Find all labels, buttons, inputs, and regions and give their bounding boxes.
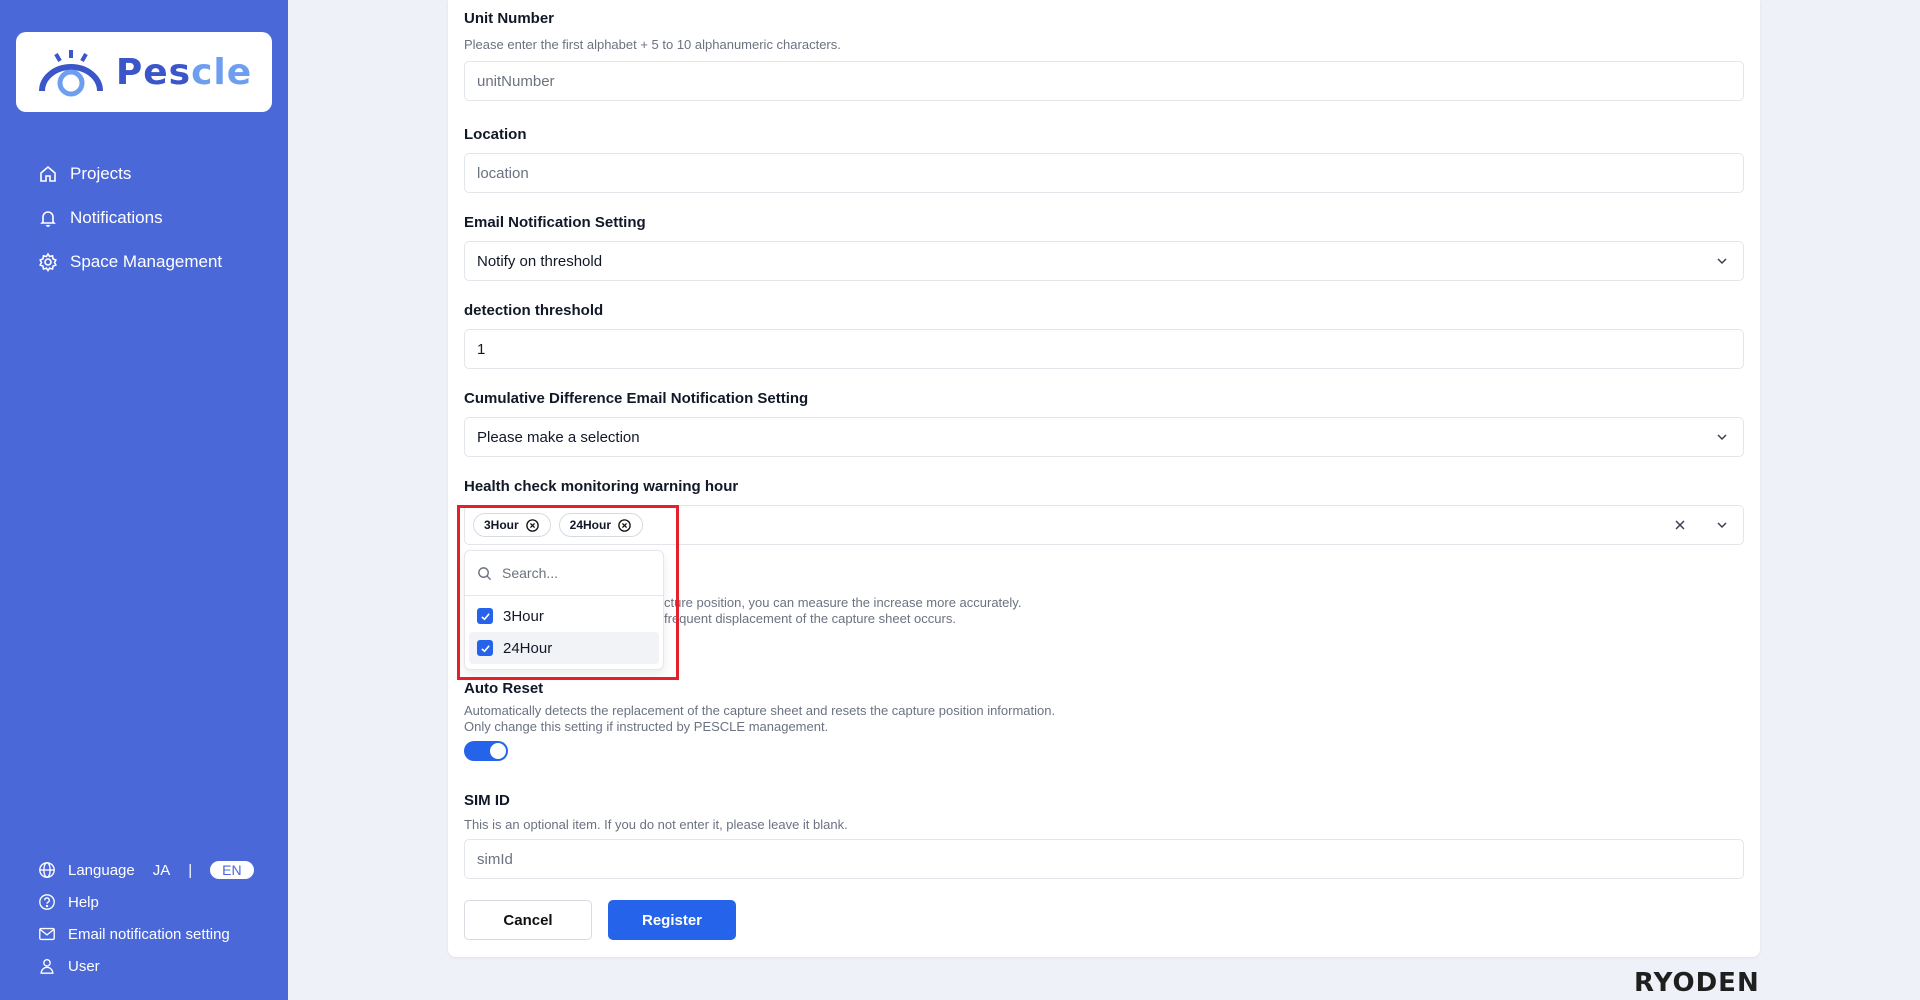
sim-id-label: SIM ID	[464, 792, 510, 809]
threshold-label: detection threshold	[464, 302, 604, 319]
email-notification-value: Notify on threshold	[477, 252, 603, 270]
language-switcher: Language JA | EN	[38, 854, 254, 886]
unit-number-desc: Please enter the first alphabet + 5 to 1…	[464, 37, 841, 52]
chevron-down-icon[interactable]	[1715, 518, 1729, 532]
sidebar-item-label: Help	[68, 893, 99, 911]
home-icon	[40, 165, 56, 182]
chevron-down-icon	[1717, 434, 1727, 441]
cancel-button[interactable]: Cancel	[464, 900, 592, 940]
partial-description-line2: frequent displacement of the capture she…	[664, 611, 956, 626]
cumulative-label: Cumulative Difference Email Notification…	[464, 390, 809, 407]
register-button[interactable]: Register	[608, 900, 736, 940]
auto-reset-desc-2: Only change this setting if instructed b…	[464, 719, 829, 734]
clear-icon[interactable]	[1673, 518, 1687, 532]
help-icon	[39, 894, 55, 910]
sidebar-item-space-management[interactable]: Space Management	[38, 240, 222, 284]
cumulative-select[interactable]: Please make a selection	[464, 417, 1744, 457]
location-label: Location	[464, 126, 527, 143]
sim-id-input[interactable]: simId	[464, 839, 1744, 879]
auto-reset-field: Auto Reset Automatically detects the rep…	[464, 680, 1744, 761]
sim-id-field: SIM ID This is an optional item. If you …	[464, 792, 1744, 879]
lang-ja-option[interactable]: JA	[153, 862, 171, 879]
unit-number-input[interactable]: unitNumber	[464, 61, 1744, 101]
auto-reset-toggle[interactable]	[464, 741, 508, 761]
sidebar-item-label: Email notification setting	[68, 925, 230, 943]
health-check-label: Health check monitoring warning hour	[464, 478, 739, 495]
location-field: Location location	[464, 126, 1744, 193]
bell-icon	[40, 211, 56, 227]
sidebar: Pescle Projects Notifications Space Mana…	[0, 0, 288, 1000]
logo-text: Pescle	[115, 51, 253, 93]
annotation-highlight-box	[457, 505, 679, 680]
cumulative-value: Please make a selection	[477, 428, 640, 446]
bottom-nav: Language JA | EN Help Email notification…	[38, 854, 254, 982]
email-notification-select[interactable]: Notify on threshold	[464, 241, 1744, 281]
globe-icon	[39, 862, 55, 878]
auto-reset-label: Auto Reset	[464, 680, 544, 697]
sidebar-item-user[interactable]: User	[38, 950, 254, 982]
partial-description-line1: cture position, you can measure the incr…	[664, 595, 1022, 610]
cumulative-field: Cumulative Difference Email Notification…	[464, 390, 1744, 457]
location-input[interactable]: location	[464, 153, 1744, 193]
footer-logo: RYODEN	[1634, 968, 1760, 998]
threshold-input[interactable]: 1	[464, 329, 1744, 369]
lang-separator: |	[188, 861, 193, 879]
lang-en-option[interactable]: EN	[210, 861, 254, 879]
main-nav: Projects Notifications Space Management	[38, 152, 222, 284]
sidebar-item-label: User	[68, 957, 100, 975]
language-label: Language	[68, 861, 135, 879]
logo[interactable]: Pescle	[16, 32, 272, 112]
unit-number-field: Unit Number Please enter the first alpha…	[464, 10, 1744, 101]
unit-number-label: Unit Number	[464, 10, 554, 27]
email-notification-field: Email Notification Setting Notify on thr…	[464, 214, 1744, 281]
auto-reset-desc-1: Automatically detects the replacement of…	[464, 703, 1056, 718]
sim-id-desc: This is an optional item. If you do not …	[464, 817, 848, 832]
sidebar-item-notifications[interactable]: Notifications	[38, 196, 222, 240]
user-icon	[40, 959, 54, 974]
sidebar-item-label: Projects	[70, 164, 132, 183]
threshold-field: detection threshold 1	[464, 302, 1744, 369]
gear-icon	[39, 252, 57, 272]
sidebar-item-label: Space Management	[70, 252, 223, 271]
sidebar-item-projects[interactable]: Projects	[38, 152, 222, 196]
sidebar-item-label: Notifications	[70, 208, 163, 227]
sidebar-item-help[interactable]: Help	[38, 886, 254, 918]
mail-icon	[39, 927, 55, 941]
eye-logo-icon	[38, 50, 103, 97]
sidebar-item-email-setting[interactable]: Email notification setting	[38, 918, 254, 950]
form-card: Unit Number Please enter the first alpha…	[448, 0, 1760, 957]
toggle-knob	[490, 743, 506, 759]
email-notification-label: Email Notification Setting	[464, 214, 646, 231]
chevron-down-icon	[1717, 258, 1727, 265]
